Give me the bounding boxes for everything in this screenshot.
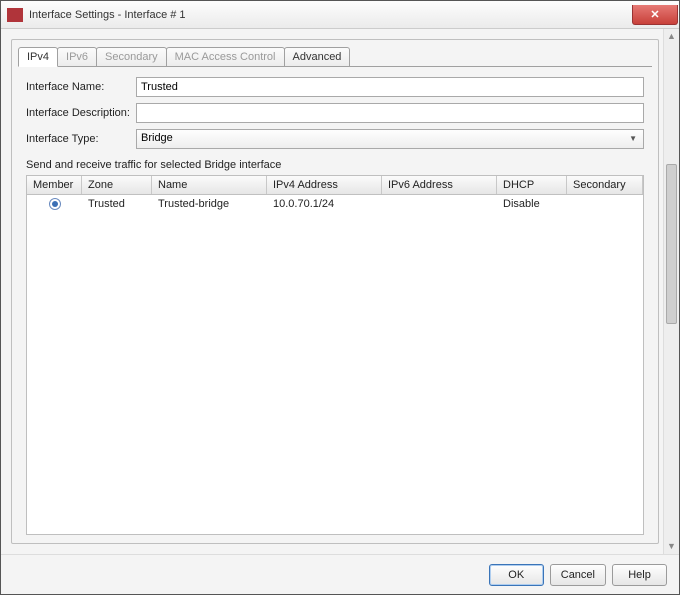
th-zone[interactable]: Zone	[82, 176, 152, 194]
cell-dhcp: Disable	[497, 195, 567, 213]
cell-secondary	[567, 195, 643, 213]
interface-type-select[interactable]: Bridge ▼	[136, 129, 644, 149]
tab-panel-ipv4: Interface Name: Interface Description: I…	[18, 66, 652, 543]
interface-description-input[interactable]	[136, 103, 644, 123]
tab-secondary: Secondary	[96, 47, 167, 66]
vertical-scrollbar[interactable]: ▲ ▼	[663, 29, 679, 554]
bridge-section-caption: Send and receive traffic for selected Br…	[26, 159, 644, 171]
cell-ipv4: 10.0.70.1/24	[267, 195, 382, 213]
ok-button[interactable]: OK	[489, 564, 544, 586]
th-member[interactable]: Member	[27, 176, 82, 194]
dialog-footer: OK Cancel Help	[1, 554, 679, 594]
main-panel: IPv4 IPv6 Secondary MAC Access Control A…	[11, 39, 659, 544]
th-ipv6[interactable]: IPv6 Address	[382, 176, 497, 194]
tab-mac-access-control: MAC Access Control	[166, 47, 285, 66]
interface-name-input[interactable]	[136, 77, 644, 97]
table-row[interactable]: Trusted Trusted-bridge 10.0.70.1/24 Disa…	[27, 195, 643, 213]
interface-type-value: Bridge	[141, 132, 173, 144]
cell-zone: Trusted	[82, 195, 152, 213]
app-icon	[7, 8, 23, 22]
tab-ipv4[interactable]: IPv4	[18, 47, 58, 67]
chevron-down-icon: ▼	[629, 134, 637, 143]
cancel-button[interactable]: Cancel	[550, 564, 606, 586]
window-title: Interface Settings - Interface # 1	[29, 9, 186, 21]
th-dhcp[interactable]: DHCP	[497, 176, 567, 194]
interface-type-label: Interface Type:	[26, 133, 136, 145]
tab-ipv6: IPv6	[57, 47, 97, 66]
cell-name: Trusted-bridge	[152, 195, 267, 213]
bridge-table: Member Zone Name IPv4 Address IPv6 Addre…	[26, 175, 644, 535]
scroll-up-icon[interactable]: ▲	[664, 29, 679, 44]
dialog-body: IPv4 IPv6 Secondary MAC Access Control A…	[1, 29, 679, 554]
help-button[interactable]: Help	[612, 564, 667, 586]
bridge-table-header: Member Zone Name IPv4 Address IPv6 Addre…	[27, 176, 643, 195]
interface-description-label: Interface Description:	[26, 107, 136, 119]
cell-ipv6	[382, 195, 497, 213]
th-secondary[interactable]: Secondary	[567, 176, 643, 194]
tab-advanced[interactable]: Advanced	[284, 47, 351, 66]
dialog-window: Interface Settings - Interface # 1 ✕ IPv…	[0, 0, 680, 595]
scrollbar-thumb[interactable]	[666, 164, 677, 324]
close-button[interactable]: ✕	[632, 5, 678, 25]
interface-name-label: Interface Name:	[26, 81, 136, 93]
tab-bar: IPv4 IPv6 Secondary MAC Access Control A…	[12, 40, 658, 66]
th-ipv4[interactable]: IPv4 Address	[267, 176, 382, 194]
scroll-down-icon[interactable]: ▼	[664, 539, 679, 554]
close-icon: ✕	[650, 9, 659, 21]
title-bar[interactable]: Interface Settings - Interface # 1 ✕	[1, 1, 679, 29]
th-name[interactable]: Name	[152, 176, 267, 194]
member-radio[interactable]	[49, 198, 61, 210]
